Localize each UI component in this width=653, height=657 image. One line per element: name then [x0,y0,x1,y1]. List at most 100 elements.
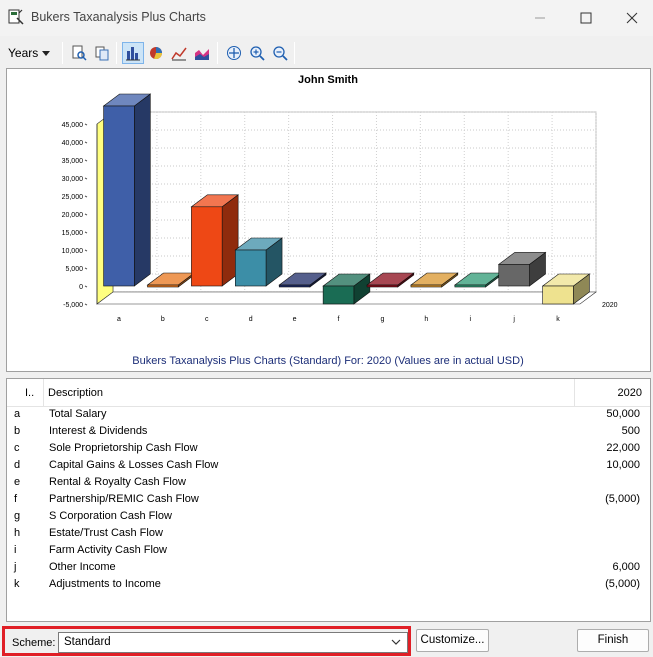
table-row[interactable]: g S Corporation Cash Flow [7,508,650,525]
x-tick-label: b [161,316,165,323]
bar-front [235,249,267,287]
row-description: Total Salary [49,408,107,420]
row-description: Capital Gains & Losses Cash Flow [49,459,219,471]
minimize-icon[interactable] [530,8,550,28]
bar-chart-button[interactable] [122,42,144,64]
row-value: 22,000 [606,442,640,454]
y-tick-mark [84,285,88,288]
row-value: 10,000 [606,459,640,471]
toolbar: Years [0,38,653,68]
y-tick-label: 5,000 [65,266,83,273]
window-title: Bukers Taxanalysis Plus Charts [31,10,206,24]
x-tick-label: f [338,316,340,323]
table-row[interactable]: c Sole Proprietorship Cash Flow 22,000 [7,440,650,457]
close-icon[interactable] [622,8,642,28]
toolbar-separator [62,42,63,64]
table-row[interactable]: k Adjustments to Income (5,000) [7,576,650,593]
bar-side [134,93,151,287]
toolbar-separator [116,42,117,64]
move-button[interactable] [223,42,245,64]
row-id: g [14,510,21,522]
y-tick-mark [84,249,88,252]
pie-chart-button[interactable] [145,42,167,64]
bar-front [147,284,179,288]
y-tick-mark [84,195,88,198]
toolbar-separator [294,42,295,64]
x-tick-label: g [380,316,384,323]
y-tick-label: 35,000 [62,158,84,165]
y-tick-mark [84,141,88,144]
years-dropdown[interactable]: Years [8,43,51,63]
zoom-in-icon [250,46,265,61]
table-row[interactable]: a Total Salary 50,000 [7,406,650,423]
scheme-dropdown[interactable]: Standard [58,632,408,653]
title-bar: Bukers Taxanalysis Plus Charts [0,0,653,36]
row-id: i [14,544,17,556]
move-icon [227,46,241,60]
bar-front [322,285,355,305]
chevron-down-icon [42,51,51,57]
app-icon [8,9,24,25]
x-tick-label: c [205,316,209,323]
bar-front [454,284,486,288]
y-tick-label: 0 [79,284,83,291]
y-tick-label: 40,000 [62,140,84,147]
row-description: Interest & Dividends [49,425,148,437]
bar-front [542,285,574,305]
customize-button[interactable]: Customize... [416,629,489,652]
x-tick-label: d [249,316,253,323]
zoom-in-button[interactable] [246,42,268,64]
x-tick-label: i [469,316,471,323]
area-chart-button[interactable] [191,42,213,64]
table-row[interactable]: b Interest & Dividends 500 [7,423,650,440]
row-id: a [14,408,21,420]
copy-button[interactable] [91,42,113,64]
scheme-label: Scheme: [12,637,56,649]
zoom-out-icon [273,46,288,61]
bar-front [410,284,442,288]
row-value: 500 [621,425,640,437]
row-id: e [14,476,21,488]
table-row[interactable]: d Capital Gains & Losses Cash Flow 10,000 [7,457,650,474]
scheme-value: Standard [64,636,111,648]
row-description: Farm Activity Cash Flow [49,544,167,556]
line-chart-button[interactable] [168,42,190,64]
row-id: d [14,459,21,471]
y-tick-mark [84,177,88,180]
column-header-description[interactable]: Description [48,379,103,407]
y-tick-label: 25,000 [62,194,84,201]
table-row[interactable]: f Partnership/REMIC Cash Flow (5,000) [7,491,650,508]
bar-front [366,284,399,288]
y-tick-label: 15,000 [62,230,84,237]
maximize-icon[interactable] [576,8,596,28]
table-row[interactable]: h Estate/Trust Cash Flow [7,525,650,542]
bar-front [278,284,311,288]
bar-front [191,206,223,287]
table-row[interactable]: j Other Income 6,000 [7,559,650,576]
row-id: j [14,561,17,573]
bar-d [234,237,283,287]
column-header-2020[interactable]: 2020 [618,379,642,407]
column-header-id[interactable]: I.. [25,379,34,407]
area-chart-icon [195,49,209,60]
row-description: Rental & Royalty Cash Flow [49,476,186,488]
x-tick-label: j [512,316,515,323]
table-row[interactable]: i Farm Activity Cash Flow [7,542,650,559]
print-preview-icon [72,45,87,61]
finish-button[interactable]: Finish [577,629,649,652]
row-id: k [14,578,20,590]
row-id: c [14,442,20,454]
print-preview-button[interactable] [68,42,90,64]
row-value: (5,000) [605,578,640,590]
table-row[interactable]: e Rental & Royalty Cash Flow [7,474,650,491]
bottom-bar: Scheme: Standard Customize... Finish [0,624,653,657]
row-description: S Corporation Cash Flow [49,510,172,522]
zoom-out-button[interactable] [269,42,291,64]
chart-title: John Smith [298,74,358,86]
y-tick-mark [84,123,88,126]
bar-a [102,93,152,287]
row-value: 50,000 [606,408,640,420]
bar-front [498,264,530,287]
y-tick-mark [84,159,88,162]
x-tick-label: k [556,316,560,323]
